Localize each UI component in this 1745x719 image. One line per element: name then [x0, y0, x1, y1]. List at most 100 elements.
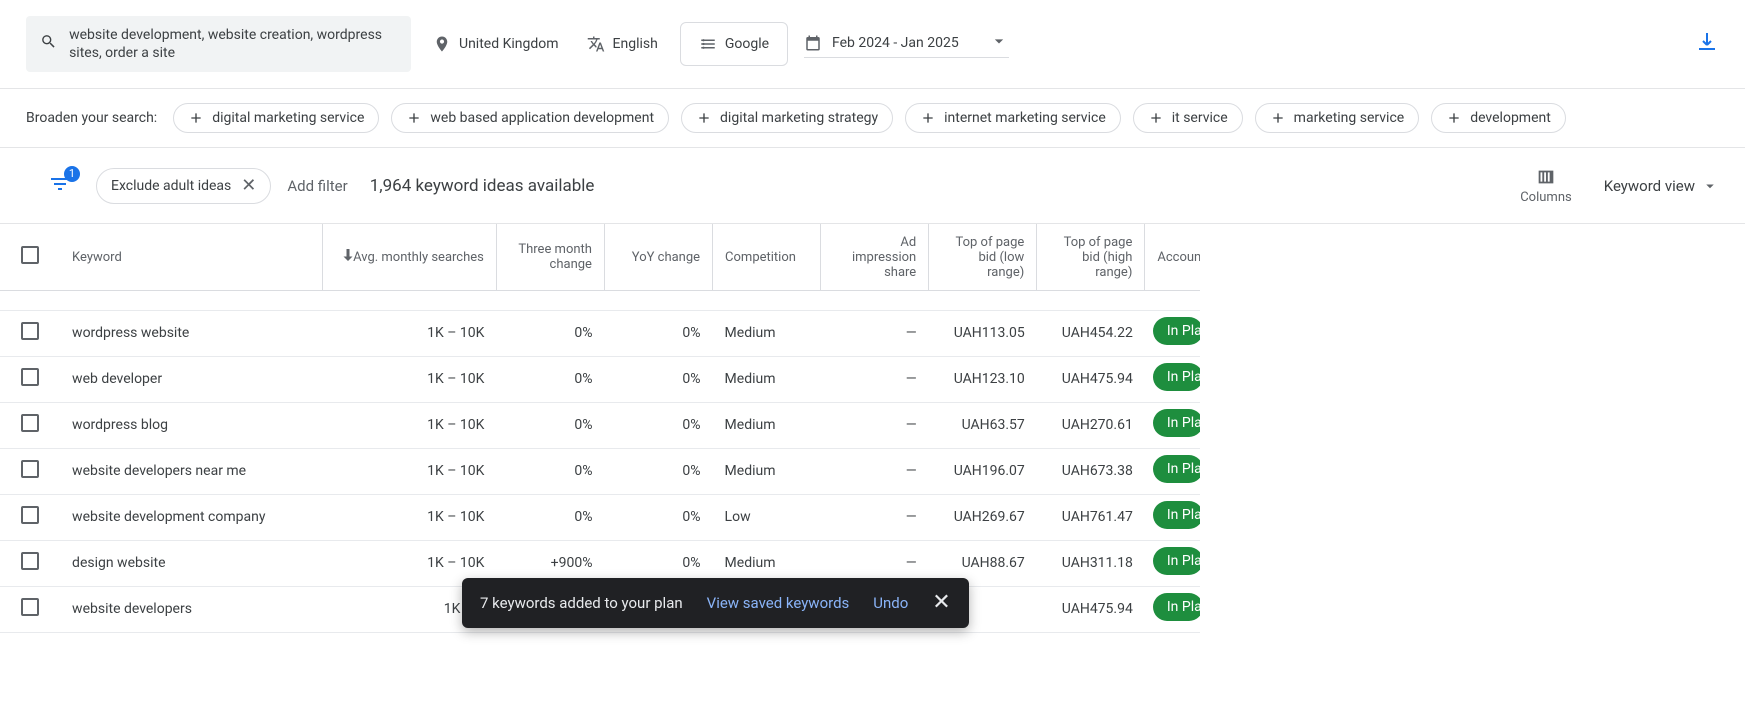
- calendar-icon: [804, 34, 822, 52]
- snackbar-message: 7 keywords added to your plan: [480, 594, 683, 612]
- broaden-chip-1[interactable]: web based application development: [391, 103, 669, 133]
- keyword-cell[interactable]: wordpress blog: [60, 402, 322, 448]
- col-avg-monthly-searches[interactable]: Avg. monthly searches: [322, 224, 496, 290]
- bidlow-cell: UAH269.67: [929, 494, 1037, 540]
- view-saved-keywords-link[interactable]: View saved keywords: [707, 594, 850, 612]
- exclude-adult-chip[interactable]: Exclude adult ideas ✕: [96, 168, 271, 204]
- in-plan-badge[interactable]: In Plan: [1153, 317, 1200, 345]
- yoy-cell: 0%: [604, 310, 712, 356]
- bidhigh-cell: UAH454.22: [1037, 310, 1145, 356]
- columns-icon: [1535, 166, 1557, 188]
- col-yoy-change[interactable]: YoY change: [604, 224, 712, 290]
- language-param[interactable]: English: [581, 35, 664, 53]
- in-plan-badge[interactable]: In Plan: [1153, 363, 1200, 391]
- broaden-chip-2[interactable]: digital marketing strategy: [681, 103, 893, 133]
- yoy-cell: 0%: [604, 356, 712, 402]
- broaden-chip-6[interactable]: development: [1431, 103, 1566, 133]
- avg-cell: 1K – 10K: [322, 494, 496, 540]
- row-checkbox[interactable]: [21, 460, 39, 478]
- bidlow-cell: UAH196.07: [929, 448, 1037, 494]
- network-icon: [699, 35, 717, 53]
- undo-link[interactable]: Undo: [873, 594, 908, 612]
- date-range-param[interactable]: Feb 2024 - Jan 2025: [804, 31, 1009, 58]
- col-bid-high[interactable]: Top of page bid (high range): [1037, 224, 1145, 290]
- in-plan-badge[interactable]: In Plan: [1153, 593, 1200, 621]
- broaden-chip-0[interactable]: digital marketing service: [173, 103, 379, 133]
- filter-funnel-button[interactable]: 1: [48, 172, 72, 200]
- translate-icon: [587, 35, 605, 53]
- broaden-chip-4[interactable]: it service: [1133, 103, 1243, 133]
- broaden-label: Broaden your search:: [26, 110, 157, 126]
- col-account[interactable]: Account: [1145, 224, 1200, 290]
- select-all-checkbox[interactable]: [21, 246, 39, 264]
- search-query-text: website development, website creation, w…: [69, 26, 397, 62]
- search-box[interactable]: website development, website creation, w…: [26, 16, 411, 72]
- keyword-cell[interactable]: website development company: [60, 494, 322, 540]
- keyword-cell[interactable]: wordpress website: [60, 310, 322, 356]
- broaden-chip-5[interactable]: marketing service: [1255, 103, 1420, 133]
- row-checkbox[interactable]: [21, 322, 39, 340]
- keyword-cell[interactable]: website developers near me: [60, 448, 322, 494]
- three-cell: 0%: [496, 448, 604, 494]
- col-keyword[interactable]: Keyword: [60, 224, 322, 290]
- adimp-cell: —: [821, 448, 929, 494]
- bidhigh-cell: UAH673.38: [1037, 448, 1145, 494]
- yoy-cell: 0%: [604, 448, 712, 494]
- plus-icon: [696, 110, 712, 126]
- sort-descending-icon: [339, 246, 357, 268]
- table-row: web developer 1K – 10K 0% 0% Medium — UA…: [0, 356, 1200, 402]
- broaden-chip-3[interactable]: internet marketing service: [905, 103, 1121, 133]
- table-row: website developers near me 1K – 10K 0% 0…: [0, 448, 1200, 494]
- avg-cell: 1K – 10K: [322, 402, 496, 448]
- comp-cell: Low: [713, 494, 821, 540]
- three-cell: 0%: [496, 494, 604, 540]
- row-checkbox[interactable]: [21, 552, 39, 570]
- bidlow-cell: UAH113.05: [929, 310, 1037, 356]
- date-dropdown-icon: [989, 31, 1009, 55]
- keyword-cell[interactable]: website developers: [60, 586, 322, 632]
- location-pin-icon: [433, 35, 451, 53]
- add-filter-button[interactable]: Add filter: [287, 177, 347, 195]
- three-cell: 0%: [496, 310, 604, 356]
- in-plan-badge[interactable]: In Plan: [1153, 409, 1200, 437]
- date-range-value: Feb 2024 - Jan 2025: [832, 35, 959, 51]
- location-param[interactable]: United Kingdom: [427, 35, 565, 53]
- networks-value: Google: [725, 36, 769, 52]
- keyword-cell[interactable]: web developer: [60, 356, 322, 402]
- three-cell: 0%: [496, 402, 604, 448]
- columns-button[interactable]: Columns: [1520, 166, 1572, 205]
- remove-chip-icon[interactable]: ✕: [241, 177, 256, 195]
- col-ad-impression-share[interactable]: Ad impression share: [821, 224, 929, 290]
- row-checkbox[interactable]: [21, 368, 39, 386]
- adimp-cell: —: [821, 356, 929, 402]
- view-dropdown[interactable]: Keyword view: [1604, 177, 1719, 195]
- keyword-cell[interactable]: design website: [60, 540, 322, 586]
- networks-param[interactable]: Google: [680, 22, 788, 66]
- col-competition[interactable]: Competition: [713, 224, 821, 290]
- search-icon: [40, 33, 57, 55]
- bidhigh-cell: UAH475.94: [1037, 356, 1145, 402]
- in-plan-badge[interactable]: In Plan: [1153, 455, 1200, 483]
- top-params-bar: website development, website creation, w…: [0, 0, 1745, 89]
- filter-count-badge: 1: [64, 166, 80, 182]
- comp-cell: Medium: [713, 310, 821, 356]
- avg-cell: 1K – 10K: [322, 356, 496, 402]
- in-plan-badge[interactable]: In Plan: [1153, 501, 1200, 529]
- comp-cell: Medium: [713, 402, 821, 448]
- plus-icon: [406, 110, 422, 126]
- table-row: wordpress website 1K – 10K 0% 0% Medium …: [0, 310, 1200, 356]
- in-plan-badge[interactable]: In Plan: [1153, 547, 1200, 575]
- plus-icon: [188, 110, 204, 126]
- download-button[interactable]: [1695, 30, 1719, 58]
- adimp-cell: —: [821, 402, 929, 448]
- plus-icon: [1446, 110, 1462, 126]
- avg-cell: 1K – 10K: [322, 310, 496, 356]
- row-checkbox[interactable]: [21, 598, 39, 616]
- col-bid-low[interactable]: Top of page bid (low range): [929, 224, 1037, 290]
- close-snackbar-icon[interactable]: ✕: [932, 592, 950, 614]
- adimp-cell: —: [821, 494, 929, 540]
- row-checkbox[interactable]: [21, 506, 39, 524]
- row-checkbox[interactable]: [21, 414, 39, 432]
- col-three-month-change[interactable]: Three month change: [496, 224, 604, 290]
- comp-cell: Medium: [713, 448, 821, 494]
